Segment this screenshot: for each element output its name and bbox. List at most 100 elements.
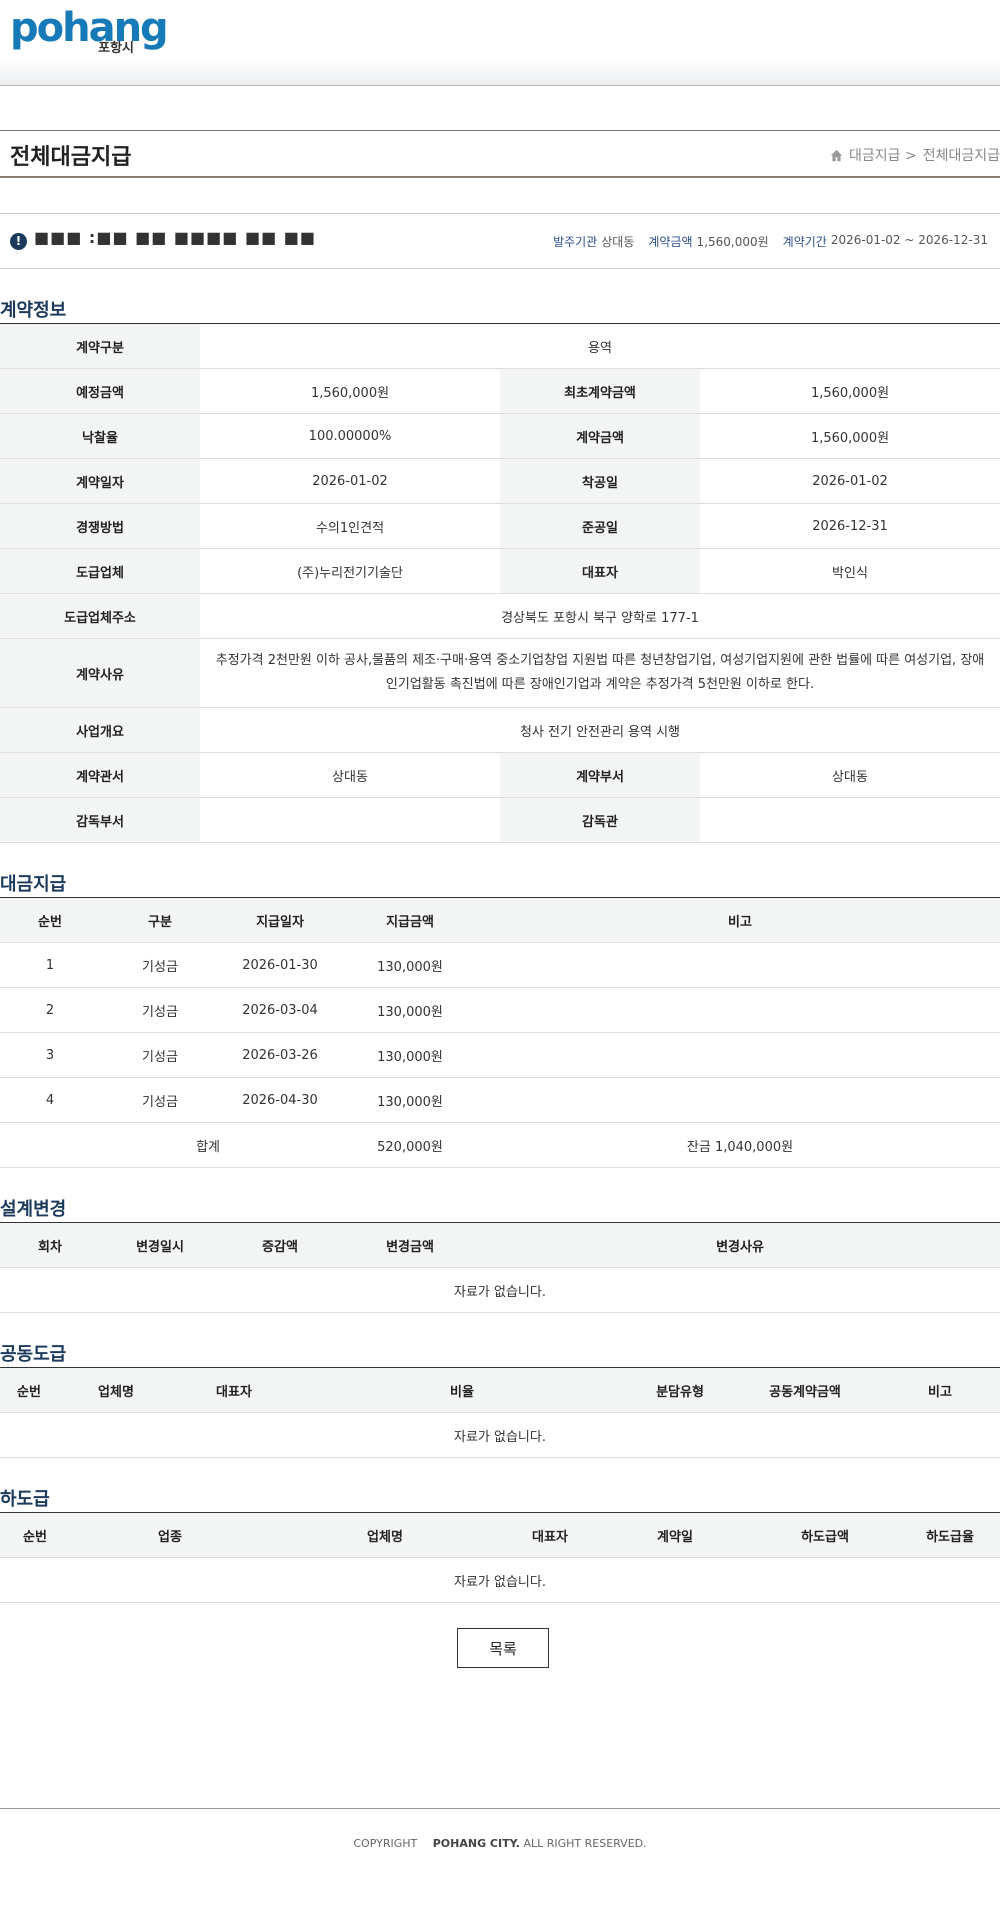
table-row: 낙찰율 100.00000% 계약금액 1,560,000원 [0,413,1000,459]
contract-name: ■■■ :■■ ■■ ■■■■ ■■ ■■ [34,228,317,247]
cell-label: 예정금액 [0,368,200,414]
amount-label: 계약금액 [648,235,693,249]
cell-value: 추정가격 2천만원 이하 공사,물품의 제조·구매·용역 중소기업창업 지원법 … [200,638,1000,708]
section-title-subcontract: 하도급 [0,1489,50,1510]
table-header-row: 순번 구분 지급일자 지급금액 비고 [0,897,1000,943]
cell: 기성금 [100,1077,220,1123]
exclamation-icon: ! [10,233,27,250]
col-header: 업종 [70,1512,270,1558]
table-row: 자료가 없습니다. [0,1267,1000,1313]
cell-value: 수의1인견적 [200,503,500,549]
cell-label: 경쟁방법 [0,503,200,549]
cell: 130,000원 [340,942,480,988]
cell-value: 상대동 [700,752,1000,798]
cell-label: 계약금액 [500,413,700,459]
cell-value [700,797,1000,843]
cell [480,987,1000,1033]
table-row: 도급업체주소 경상북도 포항시 북구 양학로 177-1 [0,593,1000,639]
cell: 2026-03-04 [220,987,340,1033]
cell-value: 100.00000% [200,413,500,459]
period-value: 2026-01-02 ~ 2026-12-31 [830,233,988,247]
col-header: 순번 [0,1367,58,1413]
col-header: 증감액 [220,1222,340,1268]
cell-value: 경상북도 포항시 북구 양학로 177-1 [200,593,1000,639]
col-header: 비고 [480,897,1000,943]
cell-label: 계약부서 [500,752,700,798]
cell-label: 감독관 [500,797,700,843]
breadcrumb: 대금지급 > 전체대금지급 [830,145,1000,165]
col-header: 업체명 [270,1512,500,1558]
cell-value: 1,560,000원 [200,368,500,414]
section-title-contract: 계약정보 [0,300,67,321]
cell-label: 감독부서 [0,797,200,843]
table-row: 3 기성금 2026-03-26 130,000원 [0,1032,1000,1078]
copyright-org: POHANG CITY. [432,1837,520,1850]
footer: COPYRIGHT POHANG CITY. ALL RIGHT RESERVE… [0,1808,1000,1909]
cell: 2 [0,987,100,1033]
cell: 3 [0,1032,100,1078]
cell-label: 최초계약금액 [500,368,700,414]
contract-info-table: 계약구분 용역 예정금액 1,560,000원 최초계약금액 1,560,000… [0,323,1000,843]
table-row: 경쟁방법 수의1인견적 준공일 2026-12-31 [0,503,1000,549]
col-header: 업체명 [58,1367,174,1413]
cell [220,1122,340,1168]
cell: 2026-03-26 [220,1032,340,1078]
cell-value: 2026-01-02 [700,458,1000,504]
home-icon[interactable] [830,149,843,162]
joint-contract-table: 순번 업체명 대표자 비율 분담유형 공동계약금액 비고 자료가 없습니다. [0,1367,1000,1458]
page-title: 전체대금지급 [10,145,132,170]
cell-label: 계약사유 [0,638,200,708]
table-row: 2 기성금 2026-03-04 130,000원 [0,987,1000,1033]
amount-value: 1,560,000원 [696,235,769,249]
list-button[interactable]: 목록 [457,1628,549,1668]
copyright-rights: ALL RIGHT RESERVED. [523,1837,647,1850]
section-title-payment: 대금지급 [0,874,67,895]
col-header: 순번 [0,897,100,943]
cell-label: 계약관서 [0,752,200,798]
payment-table: 순번 구분 지급일자 지급금액 비고 1 기성금 2026-01-30 130,… [0,897,1000,1168]
breadcrumb-parent[interactable]: 대금지급 > [849,145,917,165]
col-header: 하도급율 [900,1512,1000,1558]
summary-meta: 발주기관 상대동 계약금액 1,560,000원 계약기간 2026-01-02… [553,233,988,250]
table-row: 계약사유 추정가격 2천만원 이하 공사,물품의 제조·구매·용역 중소기업창업… [0,638,1000,708]
org-label: 발주기관 [553,235,598,249]
cell: 2026-04-30 [220,1077,340,1123]
cell: 기성금 [100,1032,220,1078]
table-row: 도급업체 (주)누리전기기술단 대표자 박인식 [0,548,1000,594]
col-header: 변경사유 [480,1222,1000,1268]
logo-subtitle: 포항시 [98,41,134,56]
total-label: 합계 [0,1122,220,1168]
cell: 기성금 [100,942,220,988]
section-title-joint: 공동도급 [0,1344,67,1365]
cell-value: 용역 [200,323,1000,369]
cell-value: 1,560,000원 [700,413,1000,459]
col-header: 대표자 [500,1512,600,1558]
table-row: 계약구분 용역 [0,323,1000,369]
col-header: 변경일시 [100,1222,220,1268]
cell: 1 [0,942,100,988]
cell: 2026-01-30 [220,942,340,988]
col-header: 지급금액 [340,897,480,943]
cell: 130,000원 [340,1077,480,1123]
cell: 130,000원 [340,1032,480,1078]
table-row: 자료가 없습니다. [0,1557,1000,1603]
cell-label: 낙찰율 [0,413,200,459]
contract-summary: ! ■■■ :■■ ■■ ■■■■ ■■ ■■ 발주기관 상대동 계약금액 1,… [0,213,1000,269]
table-header-row: 순번 업종 업체명 대표자 계약일 하도급액 하도급율 [0,1512,1000,1558]
cell-value: 2026-12-31 [700,503,1000,549]
cell-label: 도급업체주소 [0,593,200,639]
cell [480,1032,1000,1078]
col-header: 공동계약금액 [730,1367,880,1413]
balance-value: 잔금 1,040,000원 [480,1122,1000,1168]
cell-label: 준공일 [500,503,700,549]
cell-label: 도급업체 [0,548,200,594]
empty-message: 자료가 없습니다. [0,1267,1000,1313]
cell [480,942,1000,988]
table-row: 사업개요 청사 전기 안전관리 용역 시행 [0,707,1000,753]
table-header-row: 순번 업체명 대표자 비율 분담유형 공동계약금액 비고 [0,1367,1000,1413]
cell: 기성금 [100,987,220,1033]
empty-message: 자료가 없습니다. [0,1557,1000,1603]
pohang-logo[interactable]: pohang 포항시 [10,8,169,56]
table-row: 감독부서 감독관 [0,797,1000,843]
cell-value: (주)누리전기기술단 [200,548,500,594]
